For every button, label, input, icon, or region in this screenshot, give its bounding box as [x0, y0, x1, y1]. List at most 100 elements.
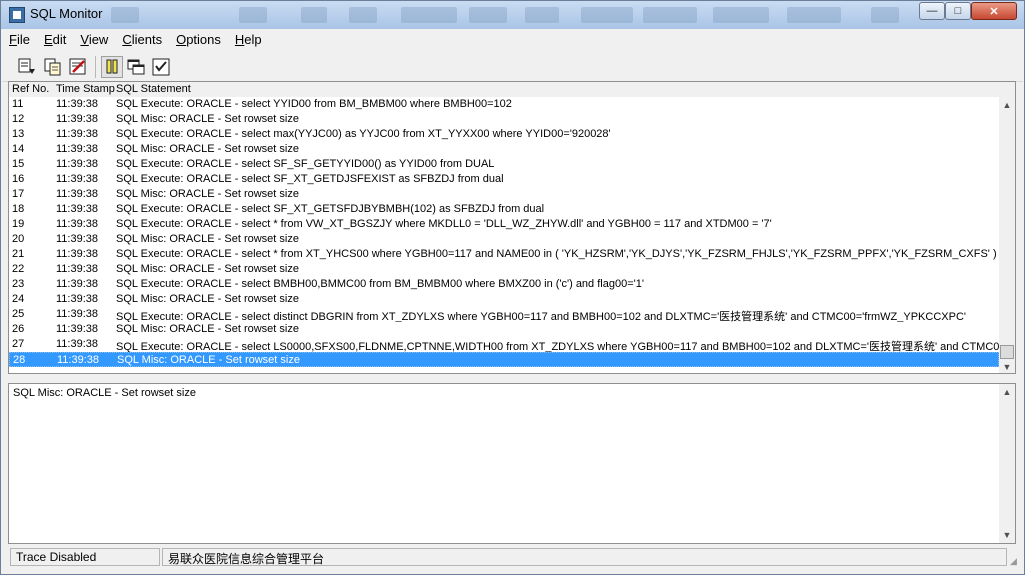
sql-statement-cell: SQL Execute: ORACLE - select * from XT_Y…	[116, 248, 997, 260]
background-blur	[401, 7, 457, 23]
ref-no-cell: 23	[12, 278, 25, 290]
menu-accel: F	[9, 32, 17, 47]
time-stamp-cell: 11:39:38	[56, 293, 99, 305]
scroll-up-arrow-icon[interactable]: ▲	[999, 384, 1015, 400]
log-row[interactable]: 24 11:39:38 SQL Misc: ORACLE - Set rowset …	[9, 292, 999, 307]
sql-log-list[interactable]: Ref No. Time Stamp SQL Statement 11 11:39…	[8, 81, 1016, 374]
column-ref-no[interactable]: Ref No.	[12, 83, 49, 95]
log-row[interactable]: 14 11:39:38 SQL Misc: ORACLE - Set rowset …	[9, 142, 999, 157]
ref-no-cell: 27	[12, 338, 25, 350]
menu-accel: C	[122, 32, 132, 47]
sql-statement-cell: SQL Misc: ORACLE - Set rowset size	[116, 293, 299, 305]
log-header: Ref No. Time Stamp SQL Statement	[9, 82, 1015, 97]
column-sql-statement[interactable]: SQL Statement	[116, 83, 191, 95]
background-blur	[349, 7, 377, 23]
ref-no-cell: 26	[12, 323, 25, 335]
scroll-down-arrow-icon[interactable]: ▼	[999, 527, 1015, 543]
time-stamp-cell: 11:39:38	[56, 218, 99, 230]
ref-no-cell: 24	[12, 293, 25, 305]
save-log-button[interactable]	[16, 56, 38, 78]
scroll-up-arrow-icon[interactable]: ▲	[999, 97, 1015, 113]
scroll-thumb[interactable]	[1000, 345, 1014, 359]
pane-splitter[interactable]	[8, 374, 1016, 383]
menu-file[interactable]: File	[2, 29, 37, 50]
menu-accel: E	[43, 32, 53, 47]
time-stamp-cell: 11:39:38	[56, 308, 99, 320]
sql-monitor-window: SQL Monitor — □ ✕ File Edit View Clients…	[0, 0, 1025, 575]
log-scrollbar[interactable]: ▲ ▼	[999, 97, 1015, 373]
menu-edit[interactable]: Edit	[37, 29, 73, 50]
time-stamp-cell: 11:39:38	[57, 354, 100, 366]
menu-label: ptions	[186, 32, 221, 47]
ref-no-cell: 17	[12, 188, 25, 200]
menu-view[interactable]: View	[73, 29, 115, 50]
background-blur	[787, 7, 841, 23]
log-row[interactable]: 25 11:39:38 SQL Execute: ORACLE - select d…	[9, 307, 999, 322]
title-bar[interactable]: SQL Monitor — □ ✕	[1, 1, 1024, 29]
status-bar: Trace Disabled 易联众医院信息综合管理平台 ◢	[2, 546, 1023, 568]
sql-detail-pane[interactable]: SQL Misc: ORACLE - Set rowset size ▲ ▼	[8, 383, 1016, 544]
log-row[interactable]: 13 11:39:38 SQL Execute: ORACLE - select m…	[9, 127, 999, 142]
log-row[interactable]: 22 11:39:38 SQL Misc: ORACLE - Set rowset …	[9, 262, 999, 277]
background-blur	[525, 7, 559, 23]
menu-clients[interactable]: Clients	[115, 29, 169, 50]
app-status: 易联众医院信息综合管理平台	[162, 548, 1007, 566]
close-button[interactable]: ✕	[971, 2, 1017, 20]
log-row[interactable]: 15 11:39:38 SQL Execute: ORACLE - select S…	[9, 157, 999, 172]
trace-status: Trace Disabled	[10, 548, 160, 566]
column-time-stamp[interactable]: Time Stamp	[56, 83, 115, 95]
log-row[interactable]: 17 11:39:38 SQL Misc: ORACLE - Set rowset …	[9, 187, 999, 202]
log-row[interactable]: 12 11:39:38 SQL Misc: ORACLE - Set rowset …	[9, 112, 999, 127]
menu-help[interactable]: Help	[228, 29, 269, 50]
ref-no-cell: 22	[12, 263, 25, 275]
log-row[interactable]: 27 11:39:38 SQL Execute: ORACLE - select L…	[9, 337, 999, 352]
log-row[interactable]: 11 11:39:38 SQL Execute: ORACLE - select Y…	[9, 97, 999, 112]
background-blur	[713, 7, 769, 23]
resize-grip-icon[interactable]: ◢	[1010, 555, 1022, 567]
time-stamp-cell: 11:39:38	[56, 188, 99, 200]
detail-scrollbar[interactable]: ▲ ▼	[999, 384, 1015, 543]
minimize-button[interactable]: —	[919, 2, 945, 20]
time-stamp-cell: 11:39:38	[56, 203, 99, 215]
log-row[interactable]: 28 11:39:38 SQL Misc: ORACLE - Set rowset …	[9, 352, 999, 367]
toolbar	[2, 53, 1023, 82]
log-row[interactable]: 21 11:39:38 SQL Execute: ORACLE - select *…	[9, 247, 999, 262]
ref-no-cell: 19	[12, 218, 25, 230]
log-row[interactable]: 23 11:39:38 SQL Execute: ORACLE - select B…	[9, 277, 999, 292]
sql-statement-cell: SQL Execute: ORACLE - select max(YYJC00)…	[116, 128, 611, 140]
copy-button[interactable]	[42, 56, 64, 78]
save-log-icon	[18, 58, 35, 74]
ref-no-cell: 25	[12, 308, 25, 320]
sql-statement-cell: SQL Misc: ORACLE - Set rowset size	[116, 143, 299, 155]
time-stamp-cell: 11:39:38	[56, 323, 99, 335]
sql-statement-cell: SQL Misc: ORACLE - Set rowset size	[116, 233, 299, 245]
clear-button[interactable]	[67, 56, 89, 78]
time-stamp-cell: 11:39:38	[56, 173, 99, 185]
ref-no-cell: 12	[12, 113, 25, 125]
log-row[interactable]: 20 11:39:38 SQL Misc: ORACLE - Set rowset …	[9, 232, 999, 247]
menu-bar: File Edit View Clients Options Help	[2, 29, 1023, 50]
ref-no-cell: 14	[12, 143, 25, 155]
clear-icon	[69, 58, 86, 75]
background-blur	[871, 7, 899, 23]
maximize-button[interactable]: □	[945, 2, 971, 20]
window-button[interactable]	[125, 56, 147, 78]
time-stamp-cell: 11:39:38	[56, 113, 99, 125]
menu-accel: H	[234, 32, 245, 47]
window-icon	[127, 59, 145, 75]
time-stamp-cell: 11:39:38	[56, 278, 99, 290]
checklist-button[interactable]	[150, 56, 172, 78]
app-icon[interactable]	[9, 7, 25, 23]
sql-statement-cell: SQL Execute: ORACLE - select YYID00 from…	[116, 98, 512, 110]
menu-options[interactable]: Options	[169, 29, 228, 50]
log-row[interactable]: 26 11:39:38 SQL Misc: ORACLE - Set rowset …	[9, 322, 999, 337]
pause-button[interactable]	[101, 56, 123, 78]
log-row[interactable]: 19 11:39:38 SQL Execute: ORACLE - select *…	[9, 217, 999, 232]
log-row[interactable]: 18 11:39:38 SQL Execute: ORACLE - select S…	[9, 202, 999, 217]
sql-statement-cell: SQL Misc: ORACLE - Set rowset size	[116, 323, 299, 335]
ref-no-cell: 15	[12, 158, 25, 170]
log-row[interactable]: 16 11:39:38 SQL Execute: ORACLE - select S…	[9, 172, 999, 187]
sql-statement-cell: SQL Misc: ORACLE - Set rowset size	[116, 113, 299, 125]
scroll-down-arrow-icon[interactable]: ▼	[999, 359, 1015, 373]
time-stamp-cell: 11:39:38	[56, 98, 99, 110]
